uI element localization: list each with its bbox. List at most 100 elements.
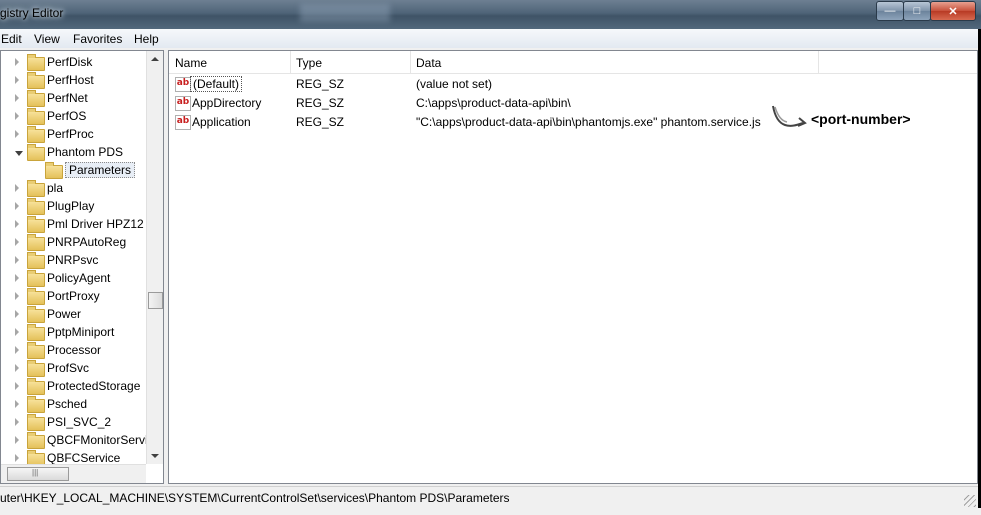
expand-arrow-icon[interactable] [15,382,19,390]
value-data: C:\apps\product-data-api\bin\ [416,96,571,110]
folder-icon [27,198,45,215]
size-grip-icon[interactable] [964,495,976,507]
folder-icon [27,180,45,197]
tree-item-label: Pml Driver HPZ12 [47,217,144,231]
expand-arrow-icon[interactable] [15,76,19,84]
tree-item-label: PSI_SVC_2 [47,415,112,429]
folder-icon [27,90,45,107]
tree-item-label: ProfSvc [47,361,90,375]
list-header: Name Type Data [169,51,977,74]
tree-item[interactable]: PerfHost [1,72,149,90]
tree-vertical-scrollbar[interactable] [146,51,163,464]
expand-arrow-icon[interactable] [15,400,19,408]
tree-item-label: Power [47,307,82,321]
tree-item[interactable]: PerfNet [1,90,149,108]
tree-item[interactable]: Pml Driver HPZ12 [1,216,149,234]
folder-icon [27,270,45,287]
column-header-name[interactable]: Name [169,51,291,73]
tree-item-label: PerfHost [47,73,94,87]
expand-arrow-icon[interactable] [15,184,19,192]
tree-item-label: QBCFMonitorServi [47,433,148,447]
string-value-icon: ab [175,77,191,92]
status-path: uter\HKEY_LOCAL_MACHINE\SYSTEM\CurrentCo… [0,491,510,505]
tree-item[interactable]: PerfProc [1,126,149,144]
tree-item-label: PortProxy [47,289,100,303]
scroll-up-icon[interactable] [151,57,159,61]
scroll-down-icon[interactable] [151,454,159,458]
value-name: Application [192,115,251,129]
column-header-data[interactable]: Data [410,51,819,73]
minimize-button[interactable]: — [876,1,904,21]
column-header-type[interactable]: Type [290,51,411,73]
values-list[interactable]: Name Type Data ab (Default) REG_SZ (valu… [168,50,978,484]
expand-arrow-icon[interactable] [15,310,19,318]
tree-item[interactable]: Parameters [1,162,149,180]
scroll-thumb[interactable] [148,292,163,309]
tree-horizontal-scrollbar[interactable]: ||| [1,464,146,483]
menu-help[interactable]: Help [134,32,159,46]
key-tree[interactable]: PerfDisk PerfHost PerfNet PerfOS PerfProc Pha… [0,50,164,484]
tree-item[interactable]: pla [1,180,149,198]
port-number-annotation: <port-number> [811,111,911,127]
value-type: REG_SZ [296,96,345,110]
expand-arrow-icon[interactable] [15,94,19,102]
tree-item[interactable]: PerfOS [1,108,149,126]
hand-drawn-arrow-icon [772,105,807,127]
collapse-arrow-icon[interactable] [15,151,23,160]
expand-arrow-icon[interactable] [15,238,19,246]
tree-item-label: Phantom PDS [47,145,124,159]
folder-icon [27,342,45,359]
tree-item[interactable]: PptpMiniport [1,324,149,342]
tree-item-label: PolicyAgent [47,271,111,285]
tree-item[interactable]: Psched [1,396,149,414]
value-data: "C:\apps\product-data-api\bin\phantomjs.… [416,115,761,129]
tree-item[interactable]: Power [1,306,149,324]
expand-arrow-icon[interactable] [15,364,19,372]
tree-item-label: PptpMiniport [47,325,115,339]
tree-item[interactable]: PNRPAutoReg [1,234,149,252]
expand-arrow-icon[interactable] [15,346,19,354]
expand-arrow-icon[interactable] [15,328,19,336]
expand-arrow-icon[interactable] [15,436,19,444]
title-bar: gistry Editor — □ ✕ [0,0,981,29]
string-value-icon: ab [175,115,191,130]
menu-edit[interactable]: Edit [1,32,22,46]
tree-item[interactable]: ProtectedStorage [1,378,149,396]
tree-item[interactable]: ProfSvc [1,360,149,378]
tree-item[interactable]: PNRPsvc [1,252,149,270]
expand-arrow-icon[interactable] [15,202,19,210]
menu-favorites[interactable]: Favorites [73,32,122,46]
tree-item[interactable]: Processor [1,342,149,360]
tree-item[interactable]: QBCFMonitorServi [1,432,149,450]
tree-item[interactable]: Phantom PDS [1,144,149,162]
tree-item-label: PerfProc [47,127,94,141]
tree-item[interactable]: PlugPlay [1,198,149,216]
expand-arrow-icon[interactable] [15,292,19,300]
tree-item-label: ProtectedStorage [47,379,141,393]
expand-arrow-icon[interactable] [15,112,19,120]
maximize-button[interactable]: □ [903,1,931,21]
folder-icon [27,216,45,233]
folder-icon [27,396,45,413]
value-type: REG_SZ [296,77,345,91]
expand-arrow-icon[interactable] [15,256,19,264]
expand-arrow-icon[interactable] [15,130,19,138]
expand-arrow-icon[interactable] [15,454,19,462]
expand-arrow-icon[interactable] [15,58,19,66]
expand-arrow-icon[interactable] [15,418,19,426]
folder-icon [27,288,45,305]
folder-icon [27,432,45,449]
menu-view[interactable]: View [34,32,60,46]
tree-item[interactable]: PSI_SVC_2 [1,414,149,432]
close-button[interactable]: ✕ [930,1,976,21]
expand-arrow-icon[interactable] [15,220,19,228]
tree-item-label: Parameters [65,162,136,178]
value-row[interactable]: ab (Default) REG_SZ (value not set) [169,75,977,94]
tree-item-label: Psched [47,397,88,411]
tree-item[interactable]: PolicyAgent [1,270,149,288]
tree-item[interactable]: PerfDisk [1,54,149,72]
folder-icon [27,144,45,161]
expand-arrow-icon[interactable] [15,274,19,282]
tree-item[interactable]: PortProxy [1,288,149,306]
tree-item-label: PNRPAutoReg [47,235,127,249]
